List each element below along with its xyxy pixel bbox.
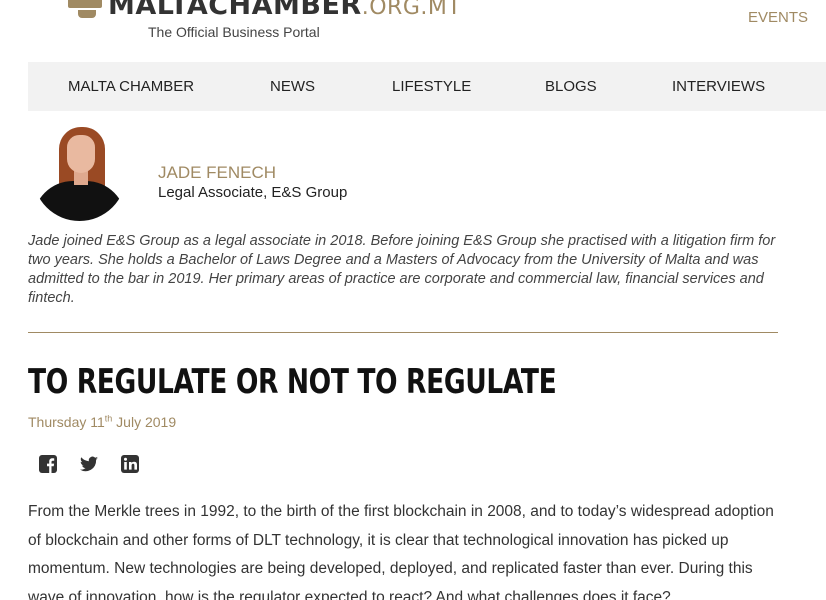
author-avatar [33, 121, 126, 221]
date-prefix: Thursday 11 [28, 414, 105, 430]
logo-tld: .ORG.MT [361, 0, 462, 20]
article-body: From the Merkle trees in 1992, to the bi… [28, 503, 774, 600]
nav-item-lifestyle[interactable]: LIFESTYLE [392, 78, 471, 95]
linkedin-share-button[interactable] [120, 454, 140, 474]
site-logo[interactable]: MALTACHAMBER.ORG.MT The Official Busines… [68, 0, 461, 40]
share-bar [38, 454, 140, 474]
author-bio: Jade joined E&S Group as a legal associa… [28, 233, 776, 306]
article-title: TO REGULATE OR NOT TO REGULATE [28, 362, 557, 402]
site-header: MALTACHAMBER.ORG.MT The Official Busines… [0, 0, 826, 62]
author-role: Legal Associate, E&S Group [158, 184, 348, 201]
nav-item-blogs[interactable]: BLOGS [545, 78, 597, 95]
nav-item-malta-chamber[interactable]: MALTA CHAMBER [68, 78, 194, 95]
facebook-icon [39, 455, 57, 473]
nav-item-interviews[interactable]: INTERVIEWS [672, 78, 765, 95]
main-nav: MALTA CHAMBER NEWS LIFESTYLE BLOGS INTER… [28, 62, 826, 111]
linkedin-icon [121, 455, 139, 473]
divider [28, 332, 778, 333]
date-rest: July 2019 [112, 414, 177, 430]
events-link[interactable]: EVENTS [748, 9, 808, 26]
nav-item-news[interactable]: NEWS [270, 78, 315, 95]
facebook-share-button[interactable] [38, 454, 58, 474]
logo-title: MALTACHAMBER.ORG.MT [108, 0, 461, 21]
author-name[interactable]: JADE FENECH [158, 163, 276, 183]
twitter-icon [80, 456, 98, 472]
article-date: Thursday 11th July 2019 [28, 414, 176, 430]
twitter-share-button[interactable] [79, 454, 99, 474]
logo-name: MALTACHAMBER [108, 0, 362, 21]
logo-icon [68, 0, 102, 20]
logo-tagline: The Official Business Portal [148, 24, 320, 40]
logo-text: MALTACHAMBER.ORG.MT The Official Busines… [108, 0, 461, 40]
